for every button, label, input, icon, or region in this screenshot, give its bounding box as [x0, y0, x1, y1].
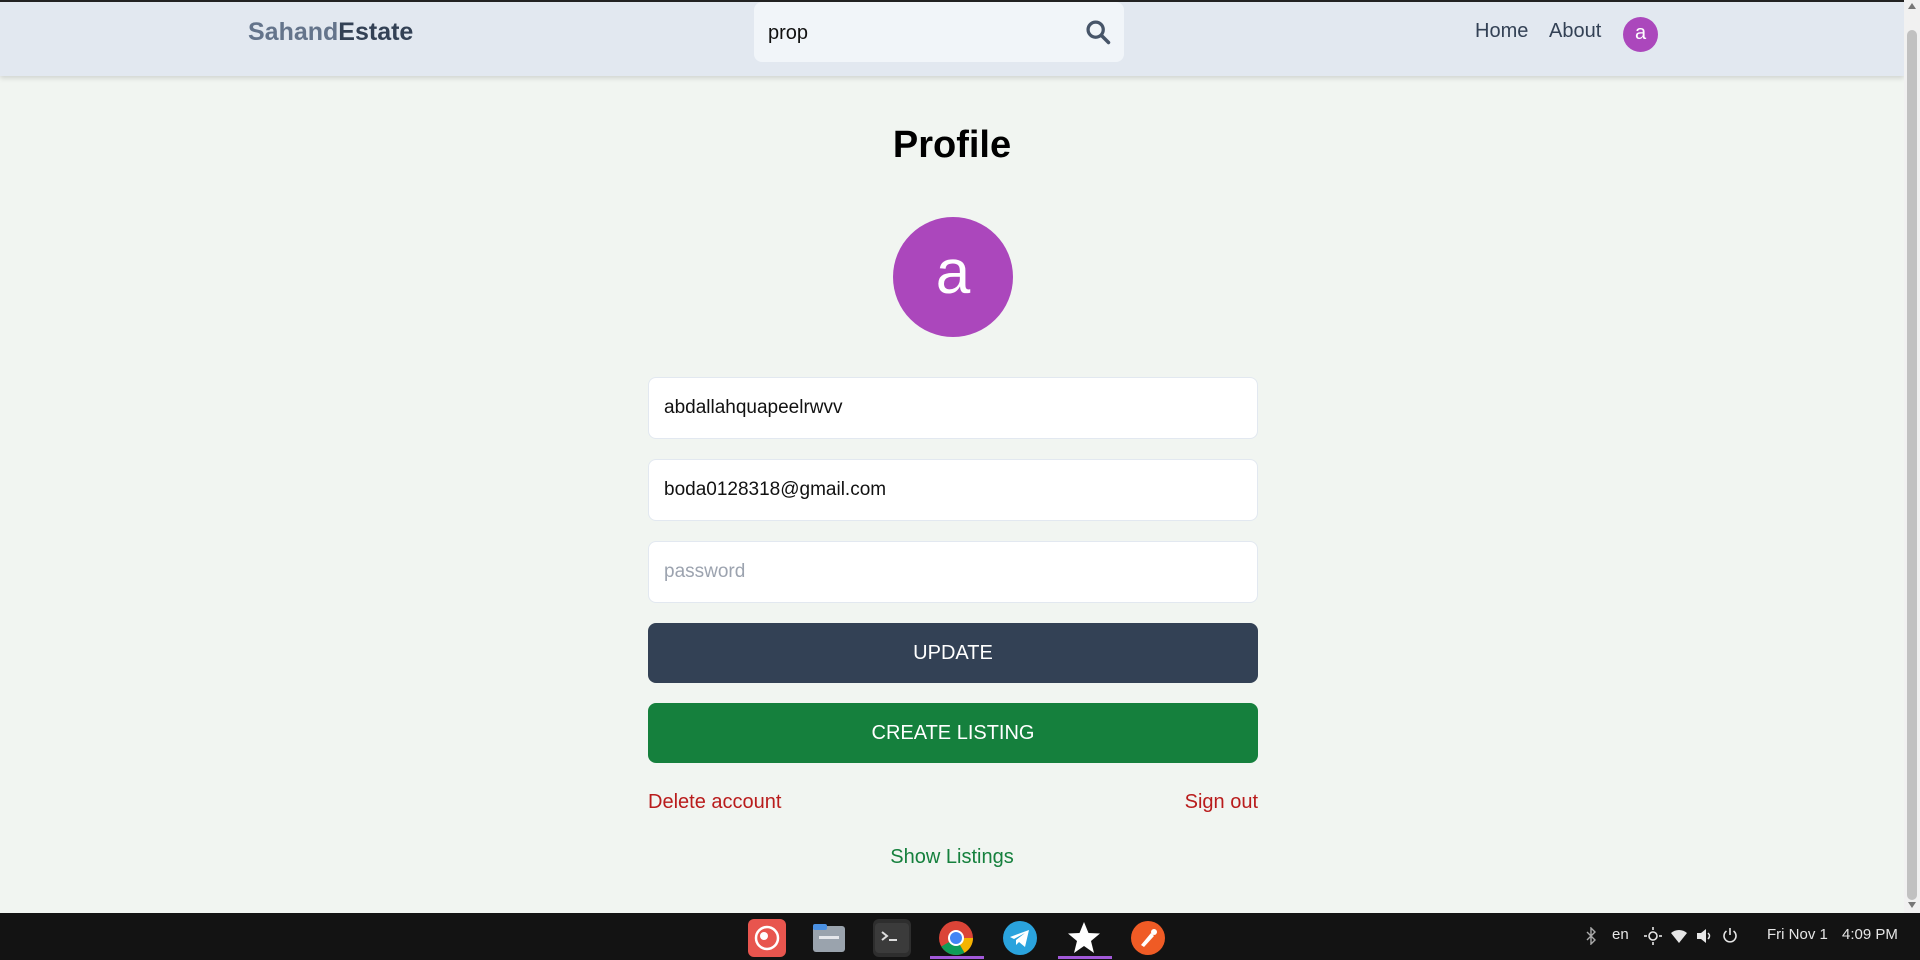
top-navbar: SahandEstate Home About a — [0, 0, 1904, 76]
logo-part-estate: Estate — [338, 18, 414, 46]
nav-link-home[interactable]: Home — [1475, 20, 1528, 43]
search-form — [754, 2, 1124, 62]
active-app-indicator — [930, 956, 984, 959]
site-logo[interactable]: SahandEstate — [248, 18, 413, 47]
postman-icon[interactable] — [1129, 919, 1167, 957]
header-avatar[interactable]: a — [1623, 17, 1658, 52]
username-field[interactable] — [648, 377, 1258, 439]
time-label[interactable]: 4:09 PM — [1842, 926, 1898, 943]
nav-link-about[interactable]: About — [1549, 20, 1601, 43]
update-button[interactable]: UPDATE — [648, 623, 1258, 683]
page-scrollbar[interactable] — [1904, 0, 1920, 913]
os-taskbar: en Fri Nov 1 4:09 PM — [0, 913, 1920, 960]
date-label[interactable]: Fri Nov 1 — [1767, 926, 1828, 943]
search-icon[interactable] — [1084, 18, 1112, 46]
star-app-icon[interactable] — [1065, 919, 1103, 957]
screen-recorder-icon[interactable] — [748, 919, 786, 957]
power-icon[interactable] — [1722, 927, 1738, 943]
password-field[interactable] — [648, 541, 1258, 603]
files-icon[interactable] — [810, 919, 848, 957]
show-listings-label[interactable]: Show Listings — [890, 846, 1013, 868]
sign-out-link[interactable]: Sign out — [1185, 791, 1258, 814]
create-listing-button[interactable]: CREATE LISTING — [648, 703, 1258, 763]
show-listings-link: Show Listings — [0, 846, 1904, 869]
scroll-up-arrow-icon[interactable] — [1908, 3, 1916, 9]
brightness-icon[interactable] — [1644, 927, 1662, 945]
terminal-icon[interactable] — [873, 919, 911, 957]
chrome-icon[interactable] — [937, 919, 975, 957]
wifi-icon[interactable] — [1670, 928, 1688, 944]
page-title: Profile — [892, 124, 1012, 166]
email-field[interactable] — [648, 459, 1258, 521]
language-indicator[interactable]: en — [1612, 926, 1629, 943]
running-app-indicator — [1058, 956, 1112, 959]
bluetooth-icon[interactable] — [1585, 927, 1597, 945]
scrollbar-thumb[interactable] — [1907, 30, 1917, 900]
delete-account-link[interactable]: Delete account — [648, 791, 781, 814]
profile-avatar[interactable]: a — [893, 217, 1013, 337]
search-input[interactable] — [768, 14, 1068, 52]
logo-part-sahand: Sahand — [248, 18, 339, 46]
scroll-down-arrow-icon[interactable] — [1908, 902, 1916, 908]
telegram-icon[interactable] — [1001, 919, 1039, 957]
volume-icon[interactable] — [1696, 928, 1714, 944]
